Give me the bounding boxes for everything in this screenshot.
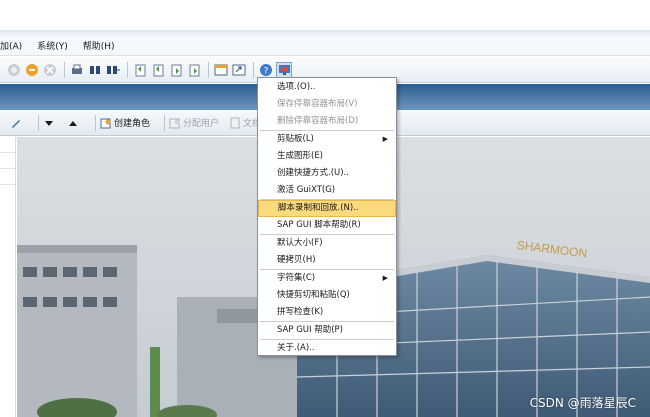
popup-menu-item-label: 创建快捷方式.(U).. [277,168,349,178]
popup-menu-item[interactable]: 剪贴板(L) ▶ [258,131,396,148]
submenu-arrow-icon: ▶ [382,274,388,282]
create-role-label: 创建角色 [114,119,151,129]
pencil-icon [12,119,20,128]
popup-menu-item-label: 快捷剪切和粘贴(Q) [277,290,350,300]
customize-layout-icon[interactable] [276,61,292,78]
create-role-icon [100,118,111,128]
toolbar-separator [253,61,254,78]
assign-users-icon [169,118,180,128]
collapse-button[interactable] [43,117,57,129]
popup-menu-item-label: 字符集(C) [277,273,316,283]
toolbar-separator [127,61,128,78]
cancel-icon[interactable] [42,62,58,78]
tree-row[interactable] [0,153,15,169]
popup-menu-item-label: SAP GUI 帮助(P) [277,325,343,335]
popup-menu-item-label: 删除停靠容器布局(D) [277,116,359,126]
shortcut-icon[interactable] [231,62,247,78]
menu-system[interactable]: 系统(Y) [37,39,68,52]
popup-menu-item[interactable]: 激活 GuiXT(G) [258,182,396,199]
popup-menu-item-label: SAP GUI 脚本帮助(R) [277,220,361,230]
nav-exit-icon[interactable] [24,62,40,78]
navigation-tree-panel [0,137,16,417]
customize-layout-menu: 选项.(O).. 保存停靠容器布局(V) 删除停靠容器布局(D) 剪贴板(L) ▶ 生成图… [257,77,397,356]
window-top-area [0,0,650,30]
popup-menu-item[interactable]: 字符集(C) ▶ [258,270,396,287]
toolbar-separator [208,61,209,78]
toolbar-separator [95,114,96,131]
popup-menu-item[interactable]: 创建快捷方式.(U).. [258,165,396,182]
popup-menu-item-label: 默认大小(F) [277,238,323,248]
toolbar-separator [38,114,39,131]
create-role-button[interactable]: 创建角色 [100,116,150,129]
popup-menu-item-label: 选项.(O).. [277,82,316,92]
popup-menu-item[interactable]: SAP GUI 帮助(P) [258,322,396,339]
popup-menu-item[interactable]: 生成图形(E) [258,148,396,165]
popup-menu-item[interactable]: 快捷剪切和粘贴(Q) [258,287,396,304]
find-next-icon[interactable] [105,62,121,78]
popup-menu-item[interactable]: 拼写检查(K) [258,304,396,321]
new-session-icon[interactable] [213,62,229,78]
tree-row[interactable] [0,169,15,185]
popup-menu-item[interactable]: 删除停靠容器布局(D) [258,113,396,130]
assign-users-label: 分配用户 [183,119,220,129]
menu-bar: 加(A) 系统(Y) 帮助(H) [0,36,650,56]
svg-text:?: ? [264,66,269,76]
menu-help[interactable]: 帮助(H) [83,39,115,52]
toolbar-separator [64,61,65,78]
expand-button[interactable] [67,117,81,129]
popup-menu-item[interactable]: 默认大小(F) [258,235,396,252]
popup-menu-item-label: 硬拷贝(H) [277,255,316,265]
popup-menu-item[interactable]: 脚本录制和回放.(N).. [258,200,396,217]
popup-menu-item-label: 激活 GuiXT(G) [277,185,336,195]
prev-page-icon[interactable] [150,62,166,78]
submenu-arrow-icon: ▶ [382,135,388,143]
assign-users-button[interactable]: 分配用户 [169,116,219,129]
edit-pencil-button[interactable] [10,117,24,129]
popup-menu-item[interactable]: 关于.(A).. [258,340,396,357]
documents-icon [230,117,240,128]
menu-more[interactable]: 加(A) [0,39,22,52]
watermark: CSDN @雨落星辰C [529,396,636,410]
next-page-icon[interactable] [168,62,184,78]
popup-menu-item[interactable]: 保存停靠容器布局(V) [258,96,396,113]
find-icon[interactable] [87,62,103,78]
popup-menu-item-label: 拼写检查(K) [277,307,324,317]
triangle-down-icon [45,120,53,126]
nav-back-icon[interactable] [6,62,22,78]
popup-menu-item-label: 关于.(A).. [277,343,315,353]
first-page-icon[interactable] [132,62,148,78]
last-page-icon[interactable] [186,62,202,78]
popup-menu-item[interactable]: SAP GUI 脚本帮助(R) [258,217,396,234]
popup-menu-item-label: 保存停靠容器布局(V) [277,99,358,109]
popup-menu-item[interactable]: 选项.(O).. [258,79,396,96]
help-icon[interactable]: ? [258,62,274,78]
popup-menu-item-label: 剪贴板(L) [277,134,314,144]
tree-row[interactable] [0,137,15,153]
print-icon[interactable] [69,62,85,78]
popup-menu-item[interactable]: 硬拷贝(H) [258,252,396,269]
popup-menu-item-label: 脚本录制和回放.(N).. [278,203,359,213]
triangle-up-icon [69,120,77,126]
popup-menu-item-label: 生成图形(E) [277,151,324,161]
toolbar-separator [164,114,166,131]
